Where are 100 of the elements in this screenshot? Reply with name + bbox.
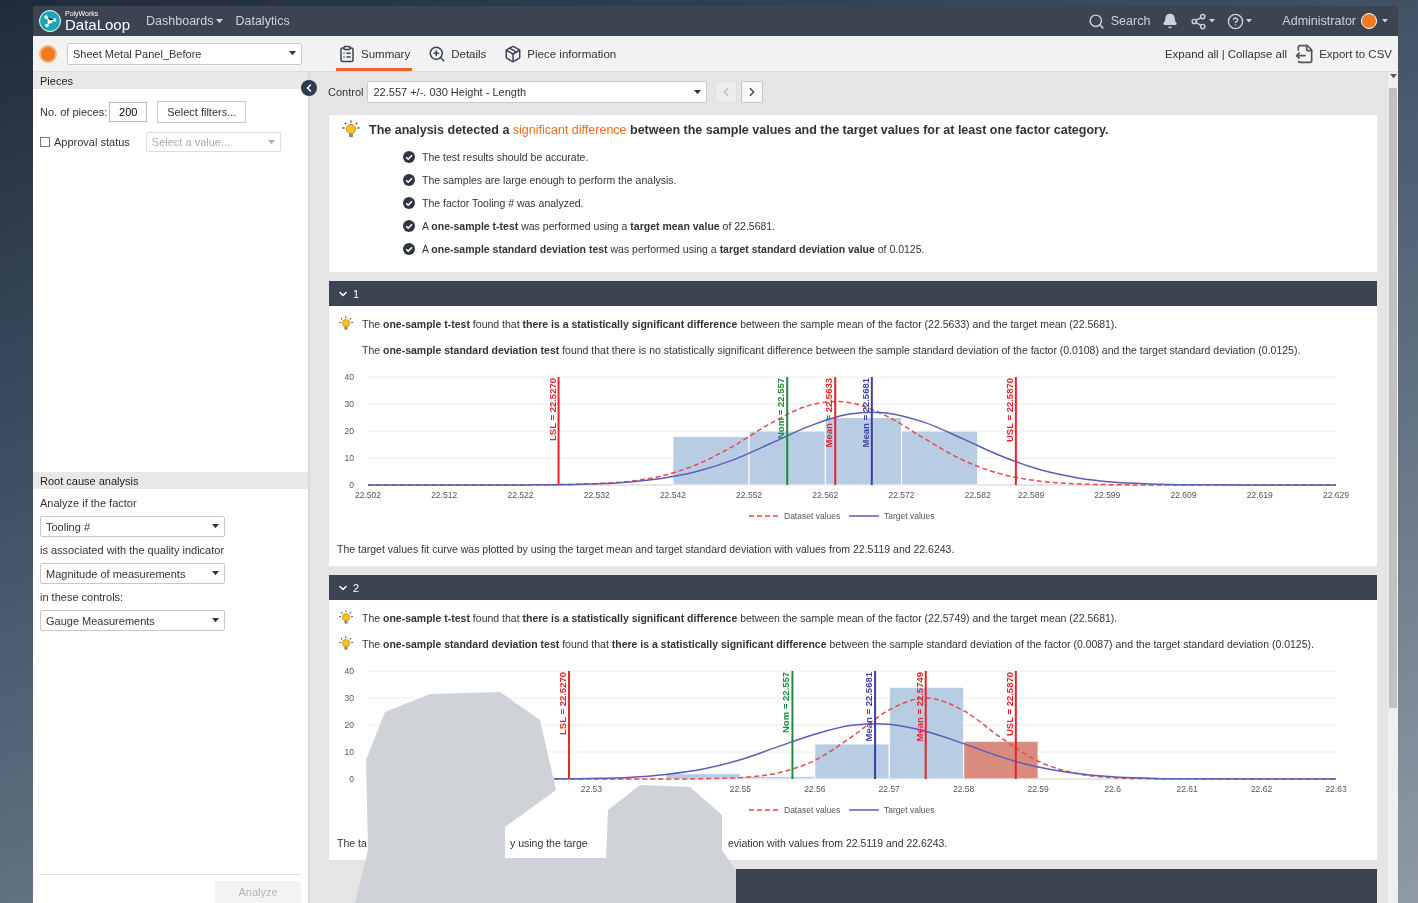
axis-label: 20 bbox=[344, 426, 354, 436]
section-header[interactable]: 1 bbox=[329, 281, 1377, 306]
nav-menu[interactable]: Dashboards bbox=[146, 14, 224, 28]
user-menu[interactable]: Administrator bbox=[1282, 13, 1388, 29]
bell-icon bbox=[1162, 13, 1179, 29]
finding-text: The one-sample t-test found that there is a statistically significant difference between the sample mean of the factor (22.5633) and the target mean (22.5681). bbox=[362, 318, 1118, 330]
legend-label: Target values bbox=[884, 511, 935, 521]
finding-text: The one-sample standard deviation test found that there is a statistically significant difference between the sample standard deviation of the factor (0.0087) and the target standard deviation (0.0125). bbox=[362, 638, 1314, 650]
limit-label: Mean = 22.5633 bbox=[823, 378, 835, 448]
help-button[interactable] bbox=[1227, 12, 1253, 30]
axis-label: 22.599 bbox=[1094, 490, 1121, 500]
factor-select[interactable]: Tooling # bbox=[40, 516, 225, 537]
caret-icon bbox=[267, 139, 275, 145]
control-select[interactable]: 22.557 +/-. 030 Height - Length bbox=[367, 81, 708, 103]
caret-icon bbox=[289, 51, 296, 56]
limit-label: Nom = 22.557 bbox=[775, 378, 787, 439]
limit-label: Mean = 22.5749 bbox=[913, 672, 925, 742]
limit-label: LSL = 22.5270 bbox=[557, 672, 569, 735]
axis-label: 22.6 bbox=[1104, 784, 1121, 794]
axis-label: 0 bbox=[349, 774, 354, 784]
limit-label: Mean = 22.5681 bbox=[863, 672, 875, 742]
axis-label: 20 bbox=[344, 720, 354, 730]
share-button[interactable] bbox=[1190, 12, 1216, 30]
search-button[interactable]: Search bbox=[1088, 12, 1151, 30]
caret-icon bbox=[212, 618, 219, 623]
select-filters-button[interactable]: Select filters... bbox=[157, 101, 247, 123]
axis-label: 22.61 bbox=[1176, 784, 1198, 794]
check-text: The test results should be accurate. bbox=[422, 150, 589, 163]
notifications-button[interactable] bbox=[1162, 13, 1179, 29]
check-text: The factor Tooling # was analyzed. bbox=[422, 196, 584, 209]
axis-label: 22.53 bbox=[580, 784, 603, 794]
check-icon bbox=[403, 196, 415, 209]
link-separator: | bbox=[1221, 47, 1225, 60]
chart-note: The ta bbox=[337, 837, 368, 849]
scrollbar[interactable] bbox=[1388, 72, 1398, 903]
axis-label: 22.572 bbox=[888, 490, 915, 500]
axis-label: 22.502 bbox=[355, 490, 381, 500]
axis-label: 22.55 bbox=[729, 784, 751, 794]
chart-note: y using the targe bbox=[510, 837, 589, 849]
factor-select[interactable]: Magnitude of measurements bbox=[40, 563, 225, 584]
check-icon bbox=[403, 173, 415, 186]
finding-text: The one-sample standard deviation test found that there is no statistically significant difference between the sample standard deviation of the factor (0.0108) and the target standard deviation (0.0125). bbox=[362, 344, 1301, 356]
caret-icon bbox=[694, 89, 702, 95]
box-icon bbox=[504, 44, 523, 63]
axis-label: 22.62 bbox=[1250, 784, 1273, 794]
view-tab[interactable]: Piece information bbox=[502, 36, 619, 71]
lightbulb-icon bbox=[338, 636, 354, 652]
count-input[interactable]: 200 bbox=[109, 102, 148, 122]
next-button[interactable] bbox=[741, 81, 764, 103]
checkbox-label: Approval status bbox=[54, 136, 130, 148]
caret-icon bbox=[1382, 19, 1388, 23]
chart-note: eviation with values from 22.5119 and 22.6243. bbox=[728, 837, 949, 849]
project-select[interactable]: Sheet Metal Panel_Before bbox=[67, 42, 302, 65]
lightbulb-icon bbox=[341, 120, 361, 140]
collapse-all-link[interactable]: Collapse all bbox=[1227, 47, 1288, 60]
legend-label: Dataset values bbox=[784, 805, 841, 815]
brand-name: DataLoop bbox=[65, 17, 131, 32]
axis-label: 22.562 bbox=[812, 490, 839, 500]
axis-label: 30 bbox=[344, 693, 354, 703]
section-header[interactable]: 2 bbox=[329, 575, 1377, 600]
approval-checkbox[interactable] bbox=[40, 137, 50, 147]
axis-label: 22.59 bbox=[1027, 784, 1049, 794]
lightbulb-icon bbox=[338, 610, 354, 626]
factor-select[interactable]: Gauge Measurements bbox=[40, 610, 225, 631]
limit-label: LSL = 22.5270 bbox=[546, 378, 558, 441]
axis-label: 22.58 bbox=[953, 784, 975, 794]
logo-icon bbox=[39, 10, 61, 32]
axis-label: 22.57 bbox=[878, 784, 900, 794]
expand-all-link[interactable]: Expand all bbox=[1164, 47, 1219, 60]
axis-label: 40 bbox=[344, 666, 354, 676]
axis-label: 22.512 bbox=[431, 490, 458, 500]
axis-label: 22.619 bbox=[1246, 490, 1273, 500]
axis-label: 22.609 bbox=[1170, 490, 1197, 500]
axis-label: 22.63 bbox=[1325, 784, 1347, 794]
scroll-thumb[interactable] bbox=[1389, 88, 1397, 709]
nav-menu[interactable]: Datalytics bbox=[235, 14, 290, 28]
caret-icon bbox=[1389, 74, 1397, 79]
check-icon bbox=[403, 219, 415, 232]
check-text: A one-sample t-test was performed using a target mean value of 22.5681. bbox=[422, 219, 776, 232]
chart-note: The target values fit curve was plotted by using the target mean and target standard deviation with values from 22.5119 and 22.6243. bbox=[337, 543, 956, 555]
field-label: is associated with the quality indicator bbox=[40, 544, 226, 556]
check-text: The samples are large enough to perform the analysis. bbox=[422, 173, 677, 186]
axis-label: 10 bbox=[344, 453, 354, 463]
axis-label: 22.582 bbox=[964, 490, 991, 500]
check-icon bbox=[403, 150, 415, 163]
field-label: Analyze if the factor bbox=[40, 497, 138, 509]
axis-label: 0 bbox=[349, 480, 354, 490]
clipboard-icon bbox=[338, 44, 356, 63]
view-tab[interactable]: Details bbox=[426, 36, 489, 71]
caret-icon bbox=[212, 571, 219, 576]
check-icon bbox=[403, 242, 415, 255]
lightbulb-icon bbox=[338, 316, 354, 332]
export-button[interactable]: Export to CSV bbox=[1295, 43, 1392, 64]
limit-label: USL = 22.5870 bbox=[1003, 672, 1015, 736]
limit-label: Mean = 22.5681 bbox=[859, 378, 871, 448]
axis-label: 22.629 bbox=[1323, 490, 1349, 500]
limit-label: USL = 22.5870 bbox=[1003, 378, 1015, 442]
axis-label: 10 bbox=[344, 747, 354, 757]
summary-headline: The analysis detected a significant difference between the sample values and the target values for at least one factor category. bbox=[369, 123, 1109, 137]
check-text: A one-sample standard deviation test was performed using a target standard deviation value of 0.0125. bbox=[422, 242, 925, 255]
